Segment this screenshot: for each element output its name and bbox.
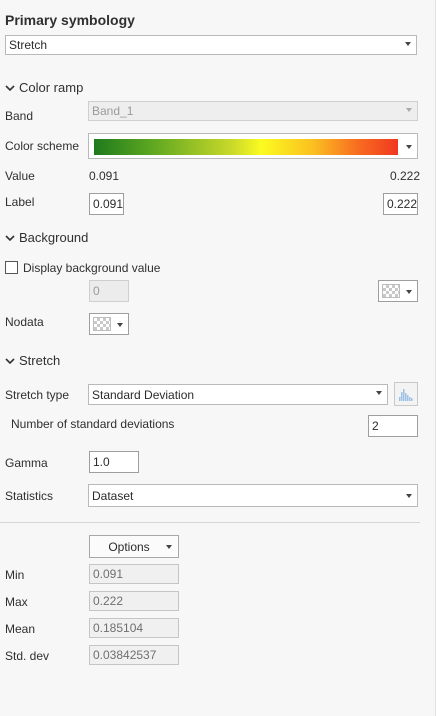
options-label: Options — [108, 539, 150, 554]
chevron-down-icon — [166, 545, 172, 549]
stretch-type-dropdown[interactable]: Standard Deviation — [88, 384, 388, 405]
value-max: 0.222 — [390, 169, 421, 183]
color-ramp-section-header[interactable]: Color ramp — [5, 80, 83, 95]
stretch-title: Stretch — [19, 353, 61, 368]
color-scheme-dropdown[interactable] — [88, 133, 418, 159]
background-section-header[interactable]: Background — [5, 230, 88, 245]
num-std-dev-input[interactable]: 2 — [368, 415, 418, 437]
background-color-picker[interactable] — [378, 280, 418, 302]
label-max-input[interactable]: 0.222 — [383, 193, 418, 215]
chevron-down-icon — [5, 84, 15, 91]
value-min: 0.091 — [89, 169, 120, 183]
chevron-down-icon — [406, 108, 412, 112]
color-ramp-preview — [94, 139, 398, 155]
label-label: Label — [5, 195, 35, 209]
chevron-down-icon — [376, 391, 382, 395]
stretch-type-value: Standard Deviation — [92, 387, 195, 402]
statistics-label: Statistics — [5, 489, 54, 503]
chevron-down-icon — [5, 357, 15, 364]
stretch-section-header[interactable]: Stretch — [5, 353, 60, 368]
color-scheme-label: Color scheme — [5, 139, 80, 153]
transparent-swatch-icon — [93, 317, 111, 331]
mean-readonly-field: 0.185104 — [89, 618, 179, 638]
mean-value: 0.185104 — [93, 621, 144, 635]
band-value: Band_1 — [92, 104, 134, 118]
label-max-value: 0.222 — [387, 197, 418, 211]
chevron-down-icon — [117, 323, 123, 327]
transparent-swatch-icon — [382, 284, 400, 298]
background-title: Background — [19, 230, 89, 245]
display-background-label: Display background value — [23, 261, 161, 275]
histogram-button[interactable] — [394, 382, 418, 406]
display-background-checkbox[interactable] — [5, 261, 18, 274]
min-value: 0.091 — [93, 567, 124, 581]
gamma-label: Gamma — [5, 456, 48, 470]
stretch-type-label: Stretch type — [5, 388, 70, 402]
gamma-value: 1.0 — [93, 455, 110, 469]
statistics-value: Dataset — [92, 488, 134, 503]
std-dev-readonly-field: 0.03842537 — [89, 645, 179, 665]
primary-symbology-value: Stretch — [9, 38, 48, 52]
band-label: Band — [5, 109, 34, 123]
max-label: Max — [5, 595, 28, 609]
histogram-icon — [399, 389, 413, 401]
chevron-down-icon — [5, 234, 15, 241]
mean-label: Mean — [5, 622, 36, 636]
max-readonly-field: 0.222 — [89, 591, 179, 611]
label-min-input[interactable]: 0.091 — [89, 193, 124, 215]
num-std-dev-label: Number of standard deviations — [11, 417, 175, 431]
nodata-color-picker[interactable] — [89, 313, 129, 335]
color-ramp-title: Color ramp — [19, 80, 84, 95]
chevron-down-icon — [405, 42, 411, 46]
options-button[interactable]: Options — [89, 535, 179, 558]
chevron-down-icon — [406, 290, 412, 294]
max-value: 0.222 — [93, 594, 124, 608]
min-label: Min — [5, 568, 25, 582]
label-min-value: 0.091 — [93, 197, 124, 211]
min-readonly-field: 0.091 — [89, 564, 179, 584]
background-value: 0 — [93, 284, 100, 298]
num-std-dev-value: 2 — [372, 419, 379, 433]
gamma-input[interactable]: 1.0 — [89, 451, 139, 473]
nodata-label: Nodata — [5, 315, 44, 329]
std-dev-label: Std. dev — [5, 649, 50, 663]
primary-symbology-heading: Primary symbology — [5, 12, 135, 28]
value-label: Value — [5, 169, 35, 183]
std-dev-value: 0.03842537 — [93, 648, 157, 662]
chevron-down-icon — [406, 494, 412, 498]
band-dropdown[interactable]: Band_1 — [88, 101, 418, 121]
divider — [0, 522, 420, 523]
background-value-input[interactable]: 0 — [89, 280, 129, 302]
primary-symbology-dropdown[interactable]: Stretch — [5, 35, 417, 55]
chevron-down-icon — [406, 145, 412, 149]
statistics-dropdown[interactable]: Dataset — [88, 484, 418, 507]
